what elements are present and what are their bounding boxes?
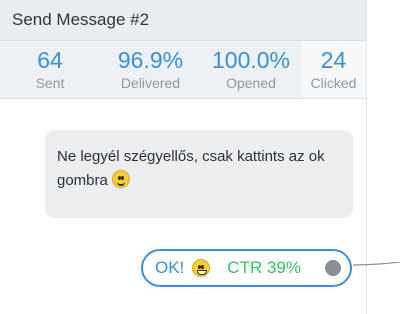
- ok-button[interactable]: OK! CTR 39%: [141, 249, 352, 287]
- message-bubble[interactable]: Ne legyél szégyellős, csak kattints az o…: [45, 130, 353, 218]
- stats-bar: 64 Sent 96.9% Delivered 100.0% Opened 24…: [0, 41, 366, 99]
- stat-delivered-label: Delivered: [120, 75, 181, 92]
- connection-line: [353, 262, 400, 266]
- grinning-face-emoji-icon: [192, 259, 211, 277]
- message-node-card[interactable]: Send Message #2 64 Sent 96.9% Delivered …: [0, 0, 367, 314]
- ok-button-label: OK!: [155, 258, 185, 277]
- stat-sent-label: Sent: [35, 75, 65, 92]
- node-title-bar[interactable]: Send Message #2: [0, 0, 366, 41]
- ctr-stat: CTR 39%: [227, 258, 301, 277]
- smiling-face-emoji-icon: [112, 170, 131, 188]
- stat-opened-label: Opened: [226, 75, 276, 92]
- stat-clicked-label: Clicked: [310, 75, 357, 92]
- connector-dot-icon[interactable]: [325, 260, 341, 276]
- stat-sent: 64 Sent: [0, 41, 100, 98]
- stat-opened: 100.0% Opened: [201, 41, 301, 98]
- message-text: Ne legyél szégyellős, csak kattints az o…: [57, 148, 325, 189]
- stat-sent-value: 64: [37, 46, 63, 73]
- node-title: Send Message #2: [12, 10, 150, 29]
- stat-clicked[interactable]: 24 Clicked: [301, 41, 366, 98]
- stat-delivered: 96.9% Delivered: [100, 41, 201, 98]
- stat-clicked-value: 24: [320, 46, 347, 73]
- stat-delivered-value: 96.9%: [117, 46, 184, 73]
- stat-opened-value: 100.0%: [211, 46, 290, 73]
